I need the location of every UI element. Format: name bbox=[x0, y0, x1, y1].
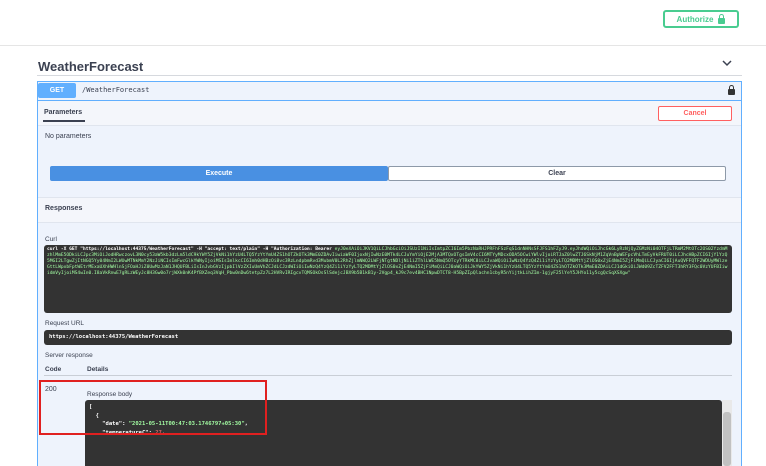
column-details: Details bbox=[87, 366, 109, 373]
authorize-label: Authorize bbox=[676, 14, 714, 24]
cancel-button[interactable]: Cancel bbox=[658, 106, 732, 121]
columns-divider bbox=[44, 375, 732, 376]
section-divider bbox=[37, 75, 742, 76]
curl-command: curl -X GET "https://localhost:44375/Wea… bbox=[47, 247, 332, 252]
clear-button[interactable]: Clear bbox=[388, 166, 726, 181]
request-url-block[interactable]: https://localhost:44375/WeatherForecast bbox=[44, 330, 732, 345]
top-bar bbox=[0, 0, 766, 40]
operation-path: /WeatherForecast bbox=[82, 86, 150, 94]
section-title[interactable]: WeatherForecast bbox=[38, 59, 143, 74]
response-scrollbar-thumb[interactable] bbox=[723, 412, 731, 466]
server-response-label: Server response bbox=[45, 352, 93, 359]
highlight-box bbox=[39, 380, 267, 435]
method-badge: GET bbox=[38, 83, 76, 98]
curl-code-block[interactable]: curl -X GET "https://localhost:44375/Wea… bbox=[44, 245, 732, 313]
authorize-button[interactable]: Authorize bbox=[663, 10, 739, 28]
responses-header bbox=[38, 197, 741, 223]
chevron-down-icon[interactable] bbox=[722, 58, 732, 68]
tab-underline bbox=[43, 120, 85, 122]
curl-label: Curl bbox=[45, 236, 57, 243]
no-parameters-text: No parameters bbox=[45, 133, 92, 140]
responses-title: Responses bbox=[45, 205, 83, 212]
request-url-value: https://localhost:44375/WeatherForecast bbox=[49, 334, 179, 340]
parameters-header bbox=[38, 101, 741, 126]
column-code: Code bbox=[45, 366, 62, 373]
lock-icon bbox=[718, 13, 726, 24]
lock-icon[interactable] bbox=[728, 84, 735, 95]
tab-parameters[interactable]: Parameters bbox=[44, 109, 82, 116]
request-url-label: Request URL bbox=[45, 320, 85, 327]
divider bbox=[0, 45, 766, 46]
execute-button[interactable]: Execute bbox=[50, 166, 388, 181]
